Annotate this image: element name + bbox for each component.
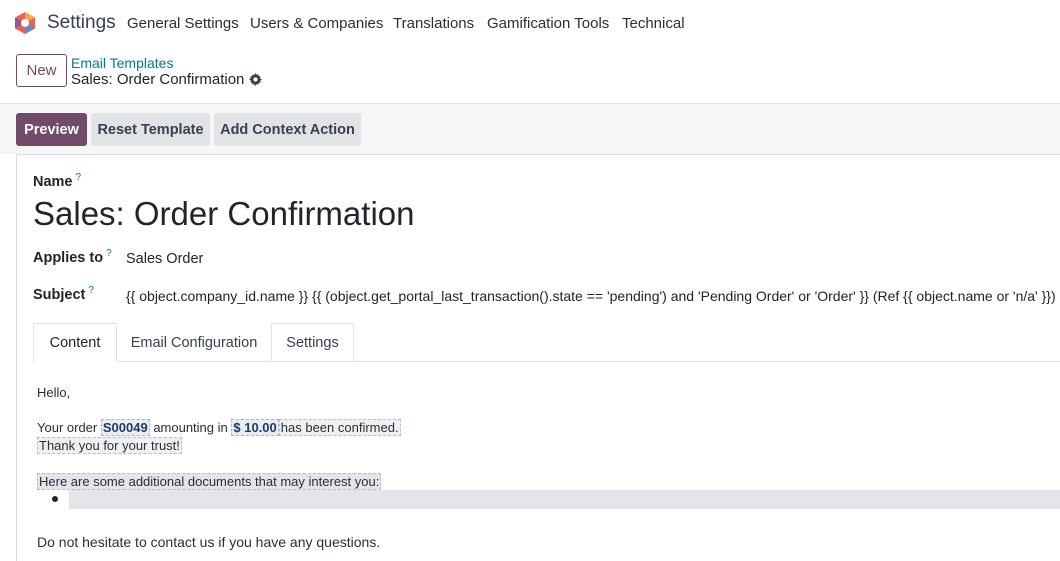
documents-line[interactable]: Here are some additional documents that … — [37, 473, 382, 490]
subject-label-text: Subject — [33, 287, 86, 303]
menu-general-settings[interactable]: General Settings — [127, 15, 239, 32]
greeting-text[interactable]: Hello, — [37, 385, 70, 400]
gear-icon[interactable] — [249, 73, 263, 86]
app-title[interactable]: Settings — [47, 12, 116, 34]
thanks-text[interactable]: Thank you for your trust! — [37, 437, 182, 454]
add-context-action-button[interactable]: Add Context Action — [214, 113, 361, 146]
new-button[interactable]: New — [16, 54, 67, 87]
thanks-line[interactable]: Thank you for your trust! — [37, 437, 182, 454]
breadcrumb-current: Sales: Order Confirmation — [71, 71, 263, 88]
closing-text[interactable]: Do not hesitate to contact us if you hav… — [37, 534, 380, 550]
documents-placeholder-block[interactable] — [69, 490, 1060, 509]
order-reference-placeholder[interactable]: S00049 — [100, 419, 150, 436]
menu-users-companies[interactable]: Users & Companies — [250, 15, 383, 32]
tab-settings[interactable]: Settings — [271, 323, 354, 362]
tab-content[interactable]: Content — [33, 323, 117, 362]
applies-to-label: Applies to? — [33, 248, 112, 266]
list-bullet — [52, 496, 58, 502]
preview-button[interactable]: Preview — [16, 113, 87, 146]
breadcrumb-email-templates[interactable]: Email Templates — [71, 55, 173, 71]
applies-to-field[interactable]: Sales Order — [126, 251, 203, 267]
tab-email-configuration[interactable]: Email Configuration — [117, 323, 271, 362]
subject-field[interactable]: {{ object.company_id.name }} {{ (object.… — [126, 288, 1056, 304]
order-line[interactable]: Your order S00049 amounting in $ 10.00 ha… — [37, 419, 401, 436]
confirmed-text[interactable]: has been confirmed. — [278, 419, 401, 436]
name-field[interactable]: Sales: Order Confirmation — [33, 195, 414, 233]
amount-placeholder[interactable]: $ 10.00 — [231, 419, 279, 436]
settings-app-logo-icon[interactable] — [14, 11, 36, 35]
name-label: Name? — [33, 172, 82, 190]
menu-gamification-tools[interactable]: Gamification Tools — [487, 15, 609, 32]
help-icon[interactable]: ? — [76, 172, 82, 183]
top-navbar: Settings General Settings Users & Compan… — [0, 0, 1060, 46]
help-icon[interactable]: ? — [88, 285, 94, 296]
applies-to-label-text: Applies to — [33, 250, 104, 266]
documents-text[interactable]: Here are some additional documents that … — [37, 473, 382, 490]
name-label-text: Name — [33, 174, 73, 190]
order-prefix-text: Your order — [37, 420, 98, 435]
amount-prefix-text: amounting in — [153, 420, 228, 435]
help-icon[interactable]: ? — [106, 248, 112, 259]
menu-technical[interactable]: Technical — [622, 15, 685, 32]
breadcrumb-current-label: Sales: Order Confirmation — [71, 71, 245, 88]
reset-template-button[interactable]: Reset Template — [91, 113, 210, 146]
subject-label: Subject? — [33, 285, 94, 303]
menu-translations[interactable]: Translations — [393, 15, 474, 32]
